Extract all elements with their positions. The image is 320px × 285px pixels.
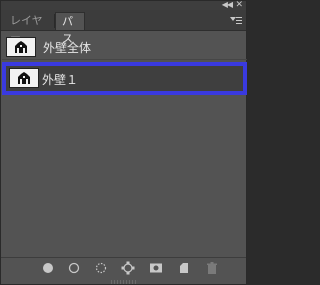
bottom-toolbar <box>1 257 246 278</box>
stroke-path-icon[interactable] <box>67 261 81 275</box>
panel-menu-icon[interactable] <box>230 15 242 27</box>
add-mask-icon[interactable] <box>149 261 163 275</box>
delete-path-icon[interactable] <box>205 261 219 275</box>
tab-bar: レイヤー パス <box>1 10 246 45</box>
path-shape-thumbnail-icon <box>9 68 39 88</box>
path-row-selected[interactable]: 外壁１ <box>2 62 247 95</box>
fill-path-icon[interactable] <box>41 261 55 275</box>
path-name: 外壁全体 <box>43 41 92 55</box>
new-path-icon[interactable] <box>177 261 191 275</box>
make-work-path-icon[interactable] <box>121 261 135 275</box>
tab-layers[interactable]: レイヤー <box>4 12 54 44</box>
paths-panel: ◀◀ ✕ レイヤー パス 外壁全体 <box>0 0 247 285</box>
double-chevron-left-icon[interactable]: ◀◀ <box>222 0 233 10</box>
load-selection-icon[interactable] <box>94 261 108 275</box>
path-name: 外壁１ <box>42 73 79 87</box>
tab-paths[interactable]: パス <box>55 12 85 45</box>
panel-title-strip: ◀◀ ✕ <box>1 0 246 10</box>
panel-resize-grip[interactable] <box>111 280 137 284</box>
path-shape-thumbnail-icon <box>6 37 36 57</box>
close-icon[interactable]: ✕ <box>235 0 243 10</box>
path-row-all[interactable]: 外壁全体 <box>2 35 247 60</box>
